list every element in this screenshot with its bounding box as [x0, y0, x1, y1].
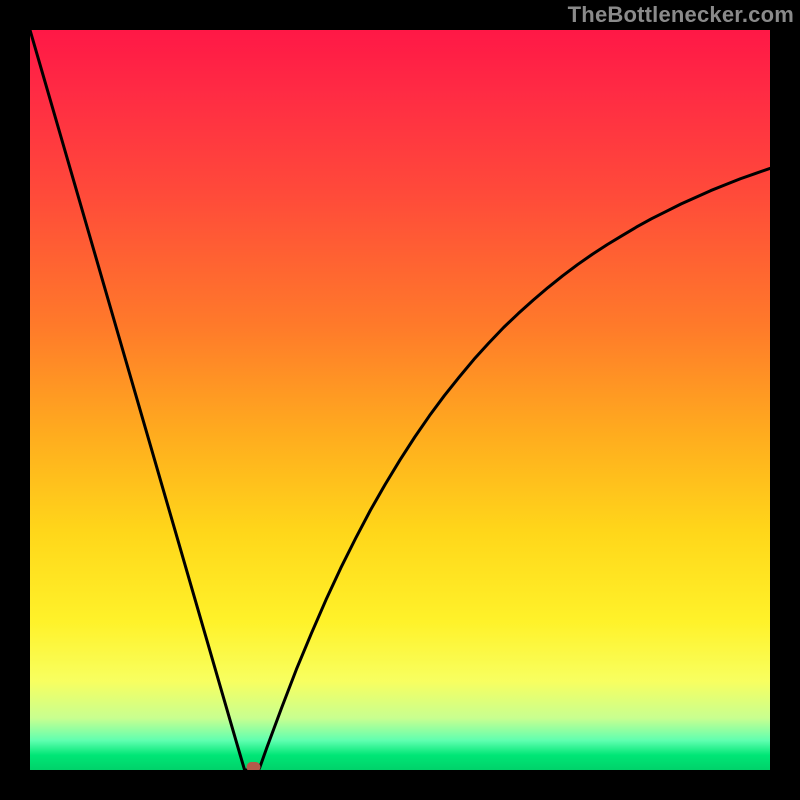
optimal-point-marker	[246, 762, 260, 770]
chart-frame: TheBottlenecker.com	[0, 0, 800, 800]
watermark-text: TheBottlenecker.com	[568, 2, 794, 28]
chart-plot	[30, 30, 770, 770]
bottleneck-curve	[30, 30, 770, 770]
